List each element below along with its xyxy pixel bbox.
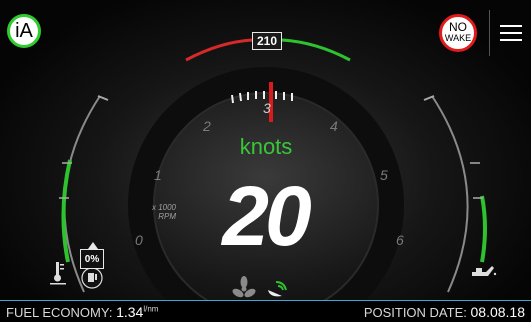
fuel-level-readout: 0% — [80, 249, 104, 269]
status-bar: FUEL ECONOMY: 1.34l/nm POSITION DATE: 08… — [0, 300, 531, 322]
speed-arc-red — [185, 38, 253, 62]
speed-setpoint-box[interactable]: 210 — [252, 32, 282, 50]
satellite-dish-icon — [268, 281, 287, 297]
rpm-tick-label: 4 — [330, 118, 338, 134]
speed-value: 20 — [222, 169, 311, 263]
position-date: POSITION DATE: 08.08.18 — [364, 304, 525, 320]
no-wake-line1: NO — [449, 20, 467, 34]
menu-button[interactable] — [489, 10, 531, 56]
position-date-value: 08.08.18 — [470, 303, 526, 320]
fuel-economy-label: FUEL ECONOMY: — [6, 304, 113, 320]
ia-button[interactable]: iA — [7, 14, 41, 48]
rpm-tick-label: 6 — [396, 232, 404, 248]
right-green-bar — [480, 195, 487, 263]
dashboard-screen: 0 1 2 3 4 5 6 x 1000 RPM iA NO WAKE 210 … — [0, 0, 531, 322]
rpm-unit-label: x 1000 RPM — [151, 203, 176, 221]
no-wake-line2: WAKE — [444, 33, 472, 43]
rpm-tick-label: 1 — [154, 167, 162, 183]
fuel-icon — [81, 267, 103, 289]
right-side-arc — [431, 95, 469, 293]
speed-arc-green — [281, 38, 351, 62]
fan-icon — [232, 276, 256, 298]
position-date-label: POSITION DATE: — [363, 304, 467, 320]
hamburger-icon — [499, 25, 522, 27]
rpm-tick-label: 5 — [380, 167, 388, 183]
fuel-economy-value: 1.34 — [116, 303, 144, 320]
rpm-tick-label: 0 — [135, 232, 143, 248]
speed-unit-label: knots — [239, 134, 293, 159]
oil-can-icon — [472, 266, 497, 276]
no-wake-button[interactable]: NO WAKE — [439, 14, 477, 52]
temperature-icon — [50, 262, 66, 285]
fuel-economy-unit: l/nm — [143, 304, 159, 314]
fuel-economy: FUEL ECONOMY: 1.34l/nm — [6, 304, 158, 320]
rpm-tick-label: 2 — [203, 118, 211, 134]
rpm-tick-label: 3 — [263, 100, 271, 116]
fuel-pointer — [88, 242, 98, 249]
